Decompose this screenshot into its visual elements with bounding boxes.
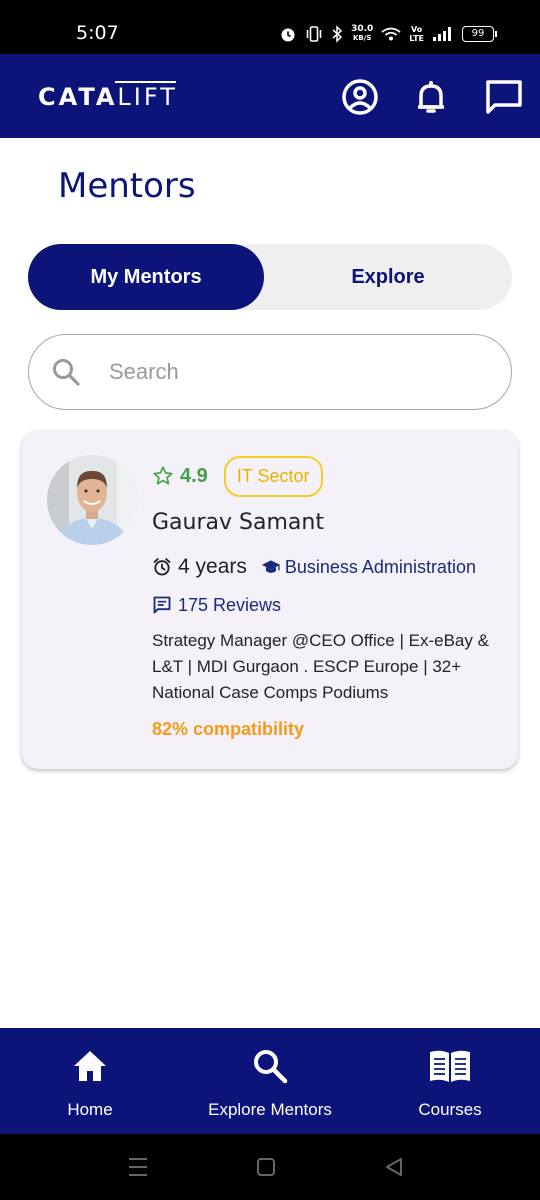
search-icon	[53, 359, 80, 386]
page-title: Mentors	[58, 166, 196, 206]
bluetooth-icon	[332, 25, 343, 43]
mentor-rating: 4.9	[180, 464, 208, 487]
wifi-icon	[381, 27, 401, 41]
mentor-bio: Strategy Manager @CEO Office | Ex-eBay &…	[152, 631, 489, 702]
mentor-name: Gaurav Samant	[152, 510, 324, 535]
search-input[interactable]	[109, 355, 489, 389]
net-speed-value: 30.0	[351, 24, 374, 34]
rating-row: 4.9 IT Sector	[152, 454, 323, 498]
status-bar: 5:07 30.0 KB/S Vo LTE 99	[0, 0, 540, 54]
book-icon	[430, 1050, 470, 1082]
status-time: 5:07	[76, 22, 119, 44]
mentor-avatar	[47, 455, 137, 545]
alarm-clock-icon	[153, 558, 171, 576]
volte-label: Vo LTE	[409, 25, 424, 43]
status-icons: 30.0 KB/S Vo LTE 99	[279, 22, 497, 46]
review-comment-icon	[153, 596, 171, 614]
search-icon	[254, 1050, 288, 1084]
nav-courses-label: Courses	[418, 1100, 482, 1119]
alarm-icon	[281, 28, 295, 42]
system-nav-bar	[0, 1134, 540, 1200]
mentor-view-toggle: My Mentors Explore	[28, 244, 512, 310]
vibrate-icon	[306, 26, 322, 42]
nav-home-label: Home	[67, 1100, 113, 1119]
mentor-reviews[interactable]: 175 Reviews	[178, 595, 281, 616]
nav-explore-label: Explore Mentors	[208, 1100, 332, 1119]
profile-icon[interactable]	[341, 78, 379, 116]
battery-indicator: 99	[462, 26, 497, 42]
sector-badge: IT Sector	[223, 455, 323, 497]
mentor-degree: Business Administration	[284, 556, 476, 577]
home-button-icon[interactable]	[256, 1156, 276, 1178]
notification-bell-icon[interactable]	[412, 78, 450, 116]
nav-courses[interactable]: Courses	[360, 1028, 540, 1134]
net-speed-unit: KB/S	[353, 34, 372, 42]
logo-accent: LIFT	[117, 83, 178, 111]
mentor-experience: 4 years	[178, 555, 247, 578]
search-bar	[28, 334, 512, 410]
nav-explore-mentors[interactable]: Explore Mentors	[180, 1028, 360, 1134]
compatibility-score: 82% compatibility	[152, 719, 305, 739]
logo-main: CATA	[38, 83, 118, 111]
signal-icon	[433, 27, 451, 41]
chat-icon[interactable]	[485, 78, 523, 116]
bottom-nav: Home Explore Mentors Courses	[0, 1028, 540, 1134]
mentor-meta-row: 4 years Business Administration	[152, 554, 476, 580]
app-logo: CATALIFT	[38, 83, 178, 111]
tab-my-mentors[interactable]: My Mentors	[28, 244, 264, 310]
volte-indicator: Vo LTE	[409, 25, 424, 43]
back-icon[interactable]	[384, 1156, 404, 1178]
app-header: CATALIFT	[0, 54, 540, 138]
nav-home[interactable]: Home	[0, 1028, 180, 1134]
home-icon	[74, 1051, 106, 1081]
recent-apps-icon[interactable]	[128, 1156, 148, 1178]
mentor-card[interactable]: 4.9 IT Sector Gaurav Samant 4 years Busi…	[22, 430, 518, 769]
tab-explore[interactable]: Explore	[264, 244, 512, 310]
star-outline-icon	[153, 466, 173, 485]
net-speed: 30.0 KB/S	[351, 25, 373, 43]
graduation-cap-icon	[261, 560, 281, 573]
reviews-row: 175 Reviews	[152, 592, 281, 618]
